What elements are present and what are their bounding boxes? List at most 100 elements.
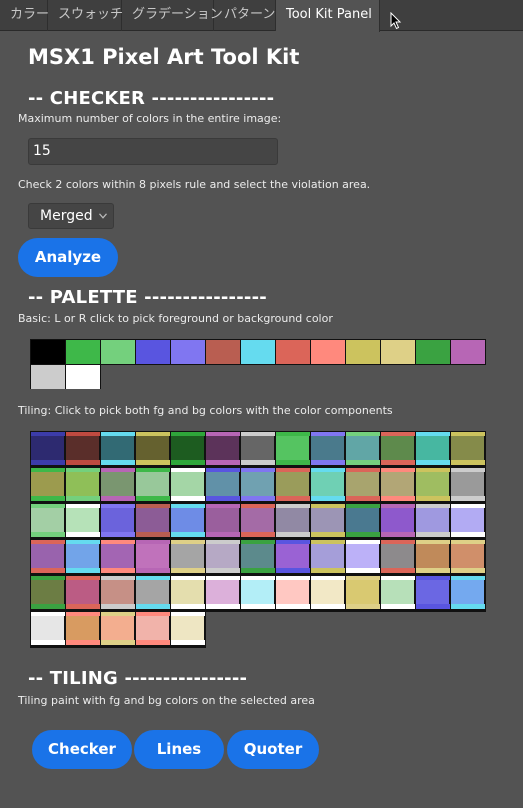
tiling-color-swatch[interactable] — [381, 540, 415, 574]
tiling-color-swatch[interactable] — [66, 540, 100, 574]
tiling-color-swatch[interactable] — [101, 504, 135, 538]
tiling-color-swatch[interactable] — [101, 468, 135, 502]
tiling-color-swatch[interactable] — [241, 504, 275, 538]
basic-color-swatch[interactable] — [171, 340, 205, 364]
tiling-color-swatch[interactable] — [451, 432, 485, 466]
tiling-color-swatch[interactable] — [206, 540, 240, 574]
tiling-color-swatch[interactable] — [31, 576, 65, 610]
tiling-color-swatch[interactable] — [311, 504, 345, 538]
swatch-top-stripe — [311, 576, 345, 580]
tiling-color-swatch[interactable] — [416, 468, 450, 502]
tiling-color-swatch[interactable] — [451, 468, 485, 502]
tiling-color-swatch[interactable] — [171, 432, 205, 466]
tiling-color-swatch[interactable] — [451, 576, 485, 610]
tiling-color-swatch[interactable] — [276, 540, 310, 574]
tiling-color-swatch[interactable] — [66, 504, 100, 538]
basic-color-swatch[interactable] — [276, 340, 310, 364]
tiling-color-swatch[interactable] — [311, 540, 345, 574]
tiling-color-swatch[interactable] — [381, 468, 415, 502]
tiling-color-swatch[interactable] — [66, 576, 100, 610]
violation-mode-select[interactable]: Merged — [28, 203, 114, 229]
tiling-color-swatch[interactable] — [171, 612, 205, 646]
tiling-color-swatch[interactable] — [101, 540, 135, 574]
basic-color-swatch[interactable] — [311, 340, 345, 364]
basic-color-swatch[interactable] — [31, 365, 65, 389]
tiling-color-swatch[interactable] — [346, 432, 380, 466]
tiling-color-swatch[interactable] — [381, 504, 415, 538]
tiling-color-swatch[interactable] — [136, 576, 170, 610]
basic-color-swatch[interactable] — [206, 340, 240, 364]
basic-color-swatch[interactable] — [136, 340, 170, 364]
analyze-button[interactable]: Analyze — [18, 238, 118, 277]
tiling-color-swatch[interactable] — [416, 576, 450, 610]
tiling-color-swatch[interactable] — [31, 468, 65, 502]
tiling-color-swatch[interactable] — [241, 468, 275, 502]
basic-color-swatch[interactable] — [381, 340, 415, 364]
tiling-color-swatch[interactable] — [451, 504, 485, 538]
tiling-color-swatch[interactable] — [241, 576, 275, 610]
basic-color-swatch[interactable] — [451, 340, 485, 364]
tiling-color-swatch[interactable] — [416, 504, 450, 538]
tiling-color-swatch[interactable] — [311, 576, 345, 610]
basic-color-swatch[interactable] — [31, 340, 65, 364]
tiling-color-swatch[interactable] — [66, 468, 100, 502]
tiling-color-swatch[interactable] — [241, 540, 275, 574]
tiling-color-swatch[interactable] — [136, 432, 170, 466]
tiling-color-swatch[interactable] — [101, 432, 135, 466]
tab-patterns[interactable]: パターン — [214, 0, 276, 31]
tiling-color-swatch[interactable] — [206, 576, 240, 610]
tiling-color-swatch[interactable] — [101, 612, 135, 646]
swatch-top-stripe — [31, 468, 65, 472]
tiling-color-swatch[interactable] — [276, 468, 310, 502]
tiling-color-swatch[interactable] — [276, 576, 310, 610]
basic-color-swatch[interactable] — [346, 340, 380, 364]
checker-button[interactable]: Checker — [32, 730, 132, 769]
tiling-color-swatch[interactable] — [171, 540, 205, 574]
tiling-color-swatch[interactable] — [171, 576, 205, 610]
tiling-color-swatch[interactable] — [171, 468, 205, 502]
lines-button[interactable]: Lines — [134, 730, 224, 769]
tiling-color-swatch[interactable] — [31, 540, 65, 574]
tiling-color-swatch[interactable] — [66, 432, 100, 466]
tiling-color-swatch[interactable] — [311, 468, 345, 502]
quoter-button[interactable]: Quoter — [227, 730, 319, 769]
basic-color-swatch[interactable] — [241, 340, 275, 364]
tiling-color-swatch[interactable] — [206, 468, 240, 502]
tiling-color-swatch[interactable] — [31, 432, 65, 466]
swatch-top-stripe — [311, 504, 345, 508]
tiling-color-swatch[interactable] — [381, 576, 415, 610]
tiling-color-swatch[interactable] — [136, 468, 170, 502]
tiling-color-swatch[interactable] — [136, 504, 170, 538]
tiling-color-swatch[interactable] — [136, 612, 170, 646]
basic-color-swatch[interactable] — [101, 340, 135, 364]
basic-color-swatch[interactable] — [66, 365, 100, 389]
tiling-color-swatch[interactable] — [276, 504, 310, 538]
tiling-color-swatch[interactable] — [206, 432, 240, 466]
tiling-color-swatch[interactable] — [136, 540, 170, 574]
tab-color[interactable]: カラー — [0, 0, 49, 31]
tiling-color-swatch[interactable] — [206, 504, 240, 538]
tab-tool-kit-panel[interactable]: Tool Kit Panel — [276, 0, 380, 32]
tiling-color-swatch[interactable] — [346, 504, 380, 538]
tab-swatches[interactable]: スウォッチ — [48, 0, 123, 31]
tiling-color-swatch[interactable] — [451, 540, 485, 574]
tiling-color-swatch[interactable] — [241, 432, 275, 466]
tiling-color-swatch[interactable] — [346, 576, 380, 610]
tiling-color-swatch[interactable] — [171, 504, 205, 538]
tiling-color-swatch[interactable] — [381, 432, 415, 466]
basic-color-swatch[interactable] — [66, 340, 100, 364]
max-colors-input[interactable]: 15 — [28, 138, 278, 165]
tiling-color-swatch[interactable] — [346, 468, 380, 502]
tiling-color-swatch[interactable] — [416, 432, 450, 466]
tiling-color-swatch[interactable] — [31, 612, 65, 646]
tiling-color-swatch[interactable] — [276, 432, 310, 466]
tiling-color-swatch[interactable] — [101, 576, 135, 610]
tiling-color-swatch[interactable] — [66, 612, 100, 646]
tiling-color-swatch[interactable] — [416, 540, 450, 574]
basic-color-swatch[interactable] — [416, 340, 450, 364]
tiling-color-swatch[interactable] — [346, 540, 380, 574]
swatch-bottom-stripe — [276, 604, 310, 609]
tiling-color-swatch[interactable] — [31, 504, 65, 538]
tab-gradients[interactable]: グラデーション — [122, 0, 223, 31]
tiling-color-swatch[interactable] — [311, 432, 345, 466]
